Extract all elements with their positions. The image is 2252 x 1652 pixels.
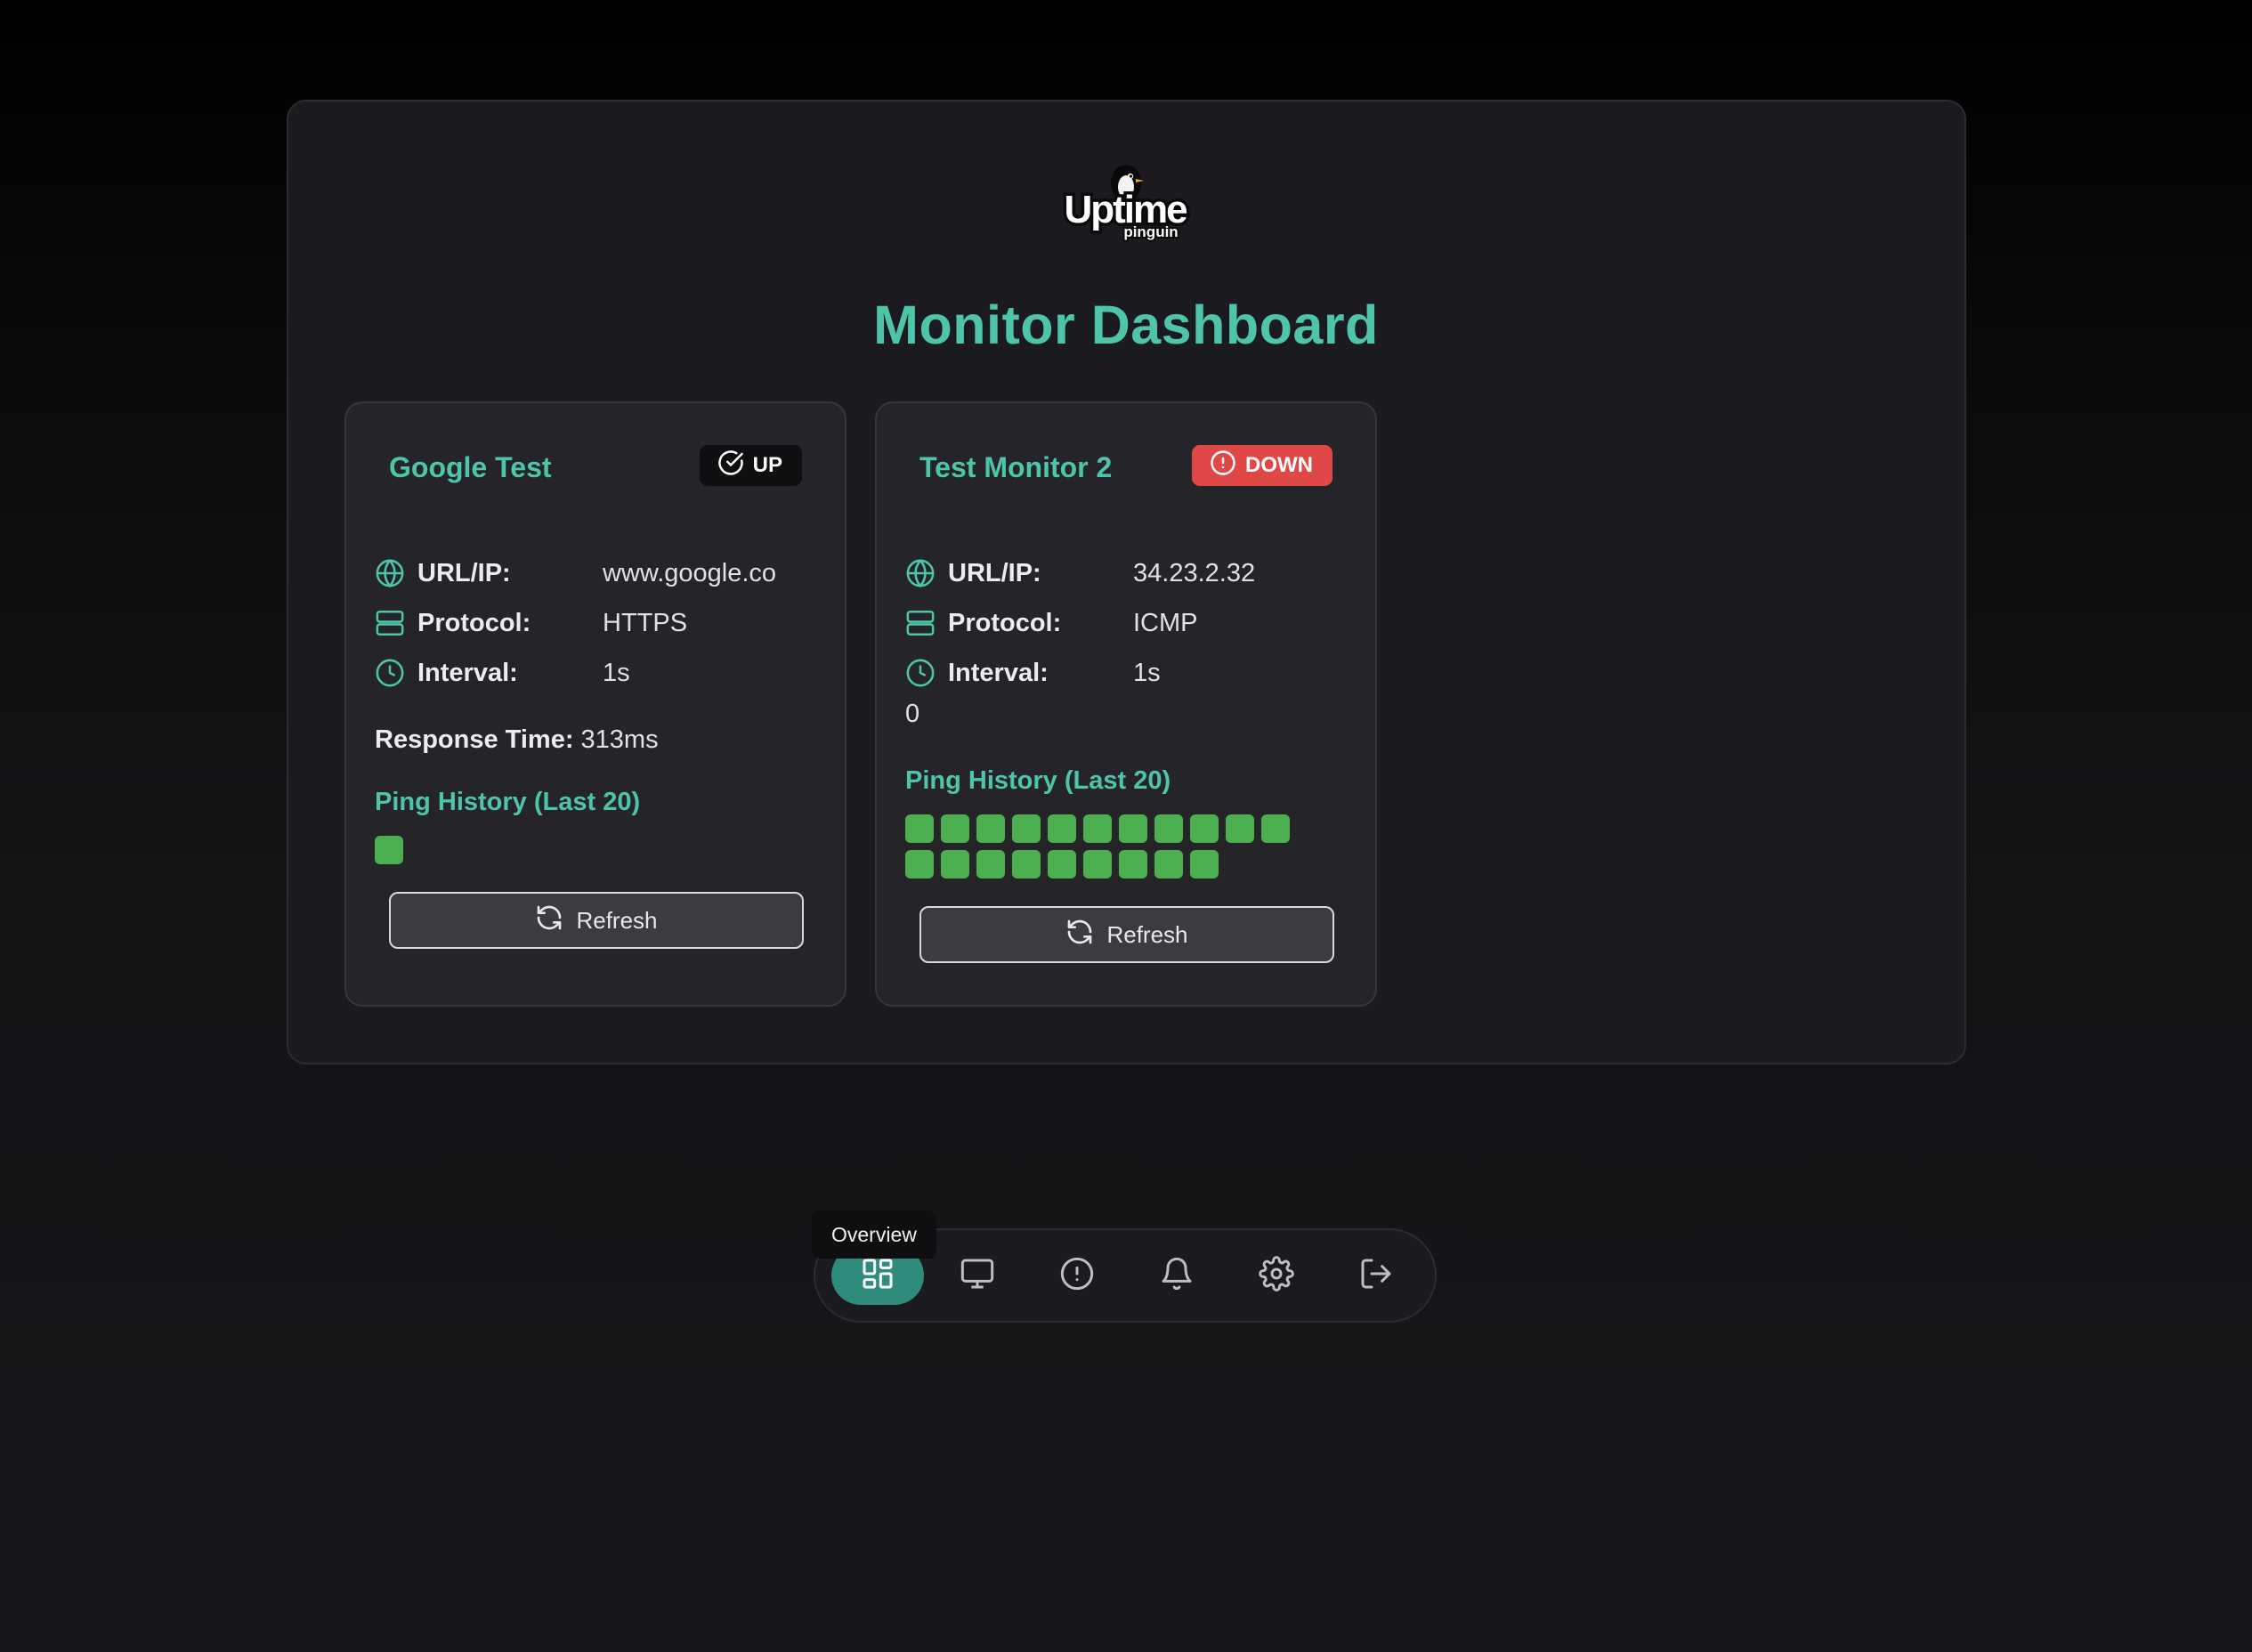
status-label: UP	[752, 453, 782, 477]
protocol-label: Protocol:	[417, 608, 531, 637]
interval-row: Interval: 1s	[375, 655, 630, 691]
status-badge-down: DOWN	[1192, 445, 1333, 486]
ping-indicator	[1261, 814, 1290, 843]
monitor-card-test-monitor-2: Test Monitor 2 DOWN URL/IP: 34.23.2.32 P…	[875, 401, 1377, 1007]
response-time-value: 0	[905, 700, 920, 728]
nav-monitors[interactable]	[931, 1246, 1024, 1305]
ping-history	[905, 814, 1324, 879]
url-value: www.google.co	[603, 558, 777, 587]
url-value: 34.23.2.32	[1133, 558, 1256, 587]
ping-indicator	[941, 850, 969, 879]
ping-indicator	[941, 814, 969, 843]
ping-indicator	[1083, 814, 1112, 843]
bell-icon	[1159, 1256, 1195, 1296]
url-row: URL/IP: www.google.co	[375, 555, 776, 591]
ping-indicator	[905, 850, 934, 879]
url-row: URL/IP: 34.23.2.32	[905, 555, 1255, 591]
ping-indicator	[1119, 814, 1147, 843]
response-time-value: 313ms	[580, 725, 659, 754]
logout-icon	[1358, 1256, 1394, 1296]
interval-value: 1s	[1133, 658, 1161, 687]
clock-icon	[375, 658, 405, 688]
gear-icon	[1259, 1255, 1294, 1296]
nav-settings[interactable]	[1230, 1246, 1323, 1305]
nav-logout[interactable]	[1330, 1246, 1422, 1305]
interval-value: 1s	[603, 658, 630, 687]
ping-indicator	[1083, 850, 1112, 879]
ping-indicator	[1012, 850, 1041, 879]
uptime-pinguin-logo: Uptime pinguin	[1059, 155, 1193, 248]
interval-label: Interval:	[417, 658, 518, 687]
status-label: DOWN	[1245, 453, 1313, 477]
refresh-icon	[1065, 918, 1094, 952]
monitor-name: Test Monitor 2	[919, 451, 1113, 483]
server-icon	[905, 608, 936, 638]
url-label: URL/IP:	[948, 558, 1041, 587]
ping-indicator	[1048, 814, 1076, 843]
check-circle-icon	[717, 449, 744, 482]
interval-label: Interval:	[948, 658, 1049, 687]
monitor-card-google-test: Google Test UP URL/IP: www.google.co Pro…	[344, 401, 847, 1007]
refresh-button[interactable]: Refresh	[919, 906, 1334, 963]
ping-indicator	[1119, 850, 1147, 879]
globe-icon	[375, 558, 405, 588]
protocol-row: Protocol: HTTPS	[375, 605, 687, 641]
globe-icon	[905, 558, 936, 588]
refresh-label: Refresh	[1106, 920, 1188, 948]
grid-icon	[860, 1256, 895, 1296]
protocol-value: HTTPS	[603, 608, 688, 637]
ping-indicator	[1154, 850, 1183, 879]
refresh-button[interactable]: Refresh	[389, 892, 804, 949]
status-badge-up: UP	[699, 445, 802, 486]
ping-indicator	[1012, 814, 1041, 843]
protocol-value: ICMP	[1133, 608, 1198, 637]
ping-history-title: Ping History (Last 20)	[905, 766, 1171, 795]
interval-row: Interval: 1s	[905, 655, 1161, 691]
ping-indicator	[1154, 814, 1183, 843]
response-time: Response Time: 313ms	[375, 725, 659, 755]
ping-indicator	[976, 814, 1005, 843]
alert-circle-icon	[1059, 1256, 1095, 1296]
ping-indicator	[1190, 814, 1219, 843]
ping-indicator	[1226, 814, 1254, 843]
refresh-label: Refresh	[576, 906, 658, 934]
nav-incidents[interactable]	[1031, 1246, 1123, 1305]
monitor-name: Google Test	[389, 451, 552, 483]
ping-indicator	[375, 836, 403, 864]
nav-tooltip: Overview	[812, 1211, 936, 1259]
ping-indicator	[976, 850, 1005, 879]
ping-indicator	[1048, 850, 1076, 879]
url-label: URL/IP:	[417, 558, 511, 587]
ping-history-title: Ping History (Last 20)	[375, 788, 641, 816]
nav-notifications[interactable]	[1130, 1246, 1223, 1305]
svg-text:pinguin: pinguin	[1123, 223, 1178, 240]
protocol-label: Protocol:	[948, 608, 1062, 637]
clock-icon	[905, 658, 936, 688]
monitor-icon	[960, 1256, 995, 1296]
ping-history	[375, 836, 802, 864]
protocol-row: Protocol: ICMP	[905, 605, 1198, 641]
server-icon	[375, 608, 405, 638]
ping-indicator	[1190, 850, 1219, 879]
alert-circle-icon	[1210, 449, 1236, 482]
response-time-label: Response Time:	[375, 725, 574, 754]
refresh-icon	[535, 903, 563, 938]
page-title: Monitor Dashboard	[873, 295, 1379, 355]
ping-indicator	[905, 814, 934, 843]
